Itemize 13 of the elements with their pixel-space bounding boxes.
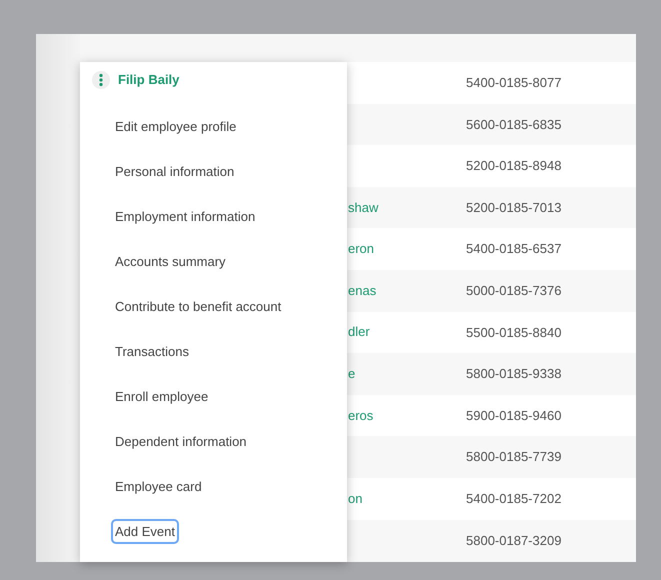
account-number: 5400-0185-6537	[466, 240, 562, 258]
account-number: 5000-0185-7376	[466, 282, 562, 300]
account-number: 5400-0185-8077	[466, 74, 562, 92]
account-number: 5600-0185-6835	[466, 116, 562, 134]
account-number: 5200-0185-7013	[466, 198, 562, 217]
account-number: 5500-0185-8840	[466, 324, 562, 342]
account-number: 5800-0187-3209	[466, 532, 562, 550]
account-number: 5800-0185-9338	[466, 365, 562, 384]
account-number: 5400-0185-7202	[466, 490, 562, 508]
employee-name: Filip Baily	[118, 71, 180, 90]
account-number: 5200-0185-8948	[466, 157, 562, 176]
account-number: 5900-0185-9460	[466, 406, 562, 425]
account-number: 5800-0185-7739	[466, 448, 562, 466]
